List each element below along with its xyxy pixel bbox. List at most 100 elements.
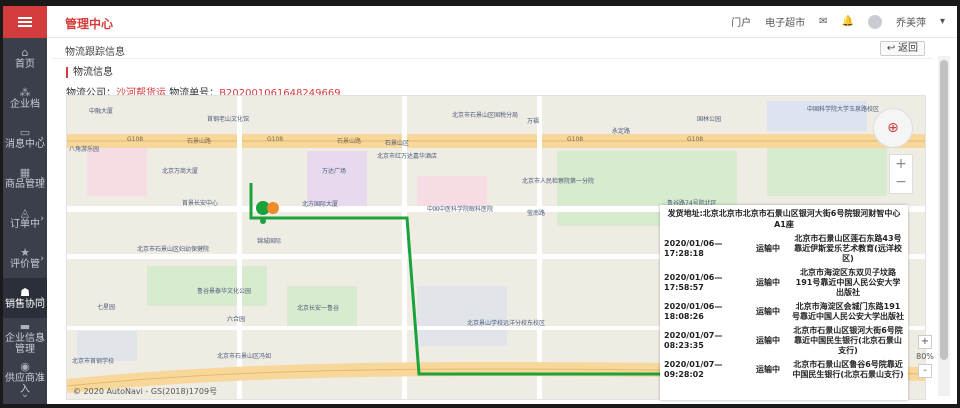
sidebar-item-label: 首页 bbox=[15, 58, 35, 70]
map-road-label: G108 bbox=[127, 136, 144, 143]
tracking-event-status: 运输中 bbox=[756, 365, 780, 374]
map-poi-label: 北京市石景山区冯如 bbox=[217, 353, 272, 360]
avatar[interactable] bbox=[867, 14, 882, 29]
chevron-right-icon: › bbox=[40, 174, 44, 184]
menu-toggle-button[interactable] bbox=[3, 6, 47, 38]
tracking-event-time: 2020/01/07—08:23:35 bbox=[664, 331, 723, 350]
sidebar-item-sales[interactable]: ☗ 销售协同 › bbox=[3, 278, 47, 318]
map-poi-label: 北京万商大厦 bbox=[162, 168, 199, 175]
page-zoom-out-button[interactable]: - bbox=[918, 364, 932, 378]
map-poi-label: 石景山区 bbox=[385, 140, 410, 147]
chevron-right-icon: › bbox=[40, 294, 44, 304]
map-poi-label: 北京市首钢学校 bbox=[72, 358, 115, 365]
nav-emarket-link[interactable]: 电子超市 bbox=[765, 14, 805, 29]
map-poi-label: 中融大厦 bbox=[89, 108, 114, 115]
map-poi-label: 北方国际大厦 bbox=[302, 201, 339, 208]
map-zoom-control[interactable]: + − bbox=[889, 154, 913, 194]
scrollbar-thumb[interactable] bbox=[940, 60, 948, 360]
tracking-event-row: 2020/01/07—08:23:35 运输中 北京市石景山区银河大街6号院靠近中国… bbox=[660, 324, 908, 358]
product-icon: ▦ bbox=[19, 165, 31, 179]
map-poi-label: 国林公园 bbox=[697, 116, 722, 123]
tracking-event-status: 运输中 bbox=[756, 244, 780, 253]
panel-title: 物流信息 bbox=[66, 67, 113, 78]
sidebar-item-home[interactable]: ⌂ 首页 bbox=[3, 38, 47, 78]
tracking-event-desc: 北京市海淀区会城门东路191号靠近中国人民公安大学出版社 bbox=[792, 302, 904, 321]
sidebar-item-order[interactable]: ◬ 订单中 › bbox=[3, 198, 47, 238]
sidebar-item-label: 评价管 bbox=[10, 258, 40, 270]
map-road-label: 石景山路 bbox=[337, 138, 362, 145]
map-road-label: G108 bbox=[267, 136, 284, 143]
top-bar: 管理中心 门户 电子超市 ✉ 🔔 乔美萍 ▾ bbox=[47, 6, 957, 38]
tracking-event-time: 2020/01/07—09:28:02 bbox=[664, 360, 723, 379]
map-attribution: © 2020 AutoNavi - GS(2018)1709号 bbox=[73, 387, 218, 396]
map-poi-label: 六合园 bbox=[227, 316, 246, 323]
sidebar-item-credit[interactable]: ▬ 企业信息管理 › bbox=[3, 318, 47, 358]
tracking-event-time: 2020/01/06—18:08:26 bbox=[664, 302, 723, 321]
user-name[interactable]: 乔美萍 bbox=[896, 14, 926, 29]
map-road-label: 石景山路 bbox=[187, 138, 212, 145]
back-button-label: 返回 bbox=[898, 43, 918, 54]
map-zoom-out-button[interactable]: − bbox=[890, 173, 912, 191]
map-poi-label: 北京长安一鲁谷 bbox=[297, 305, 340, 312]
map-poi-label: 中国科学院大学玉泉路校区 bbox=[807, 106, 880, 113]
back-button[interactable]: ↩ 返回 bbox=[879, 41, 925, 56]
page-zoom-control: + 80% - bbox=[914, 335, 936, 378]
page-zoom-in-button[interactable]: + bbox=[918, 335, 932, 349]
sidebar-item-enterprise[interactable]: ⁂ 企业档 bbox=[3, 78, 47, 118]
sidebar-item-label: 消息中心 bbox=[5, 138, 45, 150]
tracking-event-status: 运输中 bbox=[756, 307, 780, 316]
sidebar-item-product[interactable]: ▦ 商品管理 › bbox=[3, 158, 47, 198]
app-title: 管理中心 bbox=[65, 17, 114, 31]
map-poi-label: 首钢老山文化馆 bbox=[207, 116, 250, 123]
notification-icon[interactable]: 🔔 bbox=[842, 16, 854, 27]
map-poi-label: 八角游乐园 bbox=[69, 146, 100, 153]
sidebar-collapse-icon[interactable]: ⌄ bbox=[3, 389, 47, 400]
map-zoom-in-button[interactable]: + bbox=[890, 155, 912, 173]
sidebar-item-label: 企业档 bbox=[10, 98, 40, 110]
page-scrollbar[interactable] bbox=[938, 56, 950, 396]
map-poi-label: 北京市石景山区国税分局 bbox=[452, 112, 519, 119]
map-poi-label: 七星园 bbox=[97, 304, 116, 311]
map-road-label: G108 bbox=[567, 136, 584, 143]
tracking-event-status: 运输中 bbox=[756, 336, 780, 345]
breadcrumb: 物流跟踪信息 bbox=[65, 47, 125, 58]
sales-icon: ☗ bbox=[20, 285, 30, 299]
page-zoom-percent: 80% bbox=[916, 352, 934, 361]
nav-portal-link[interactable]: 门户 bbox=[731, 14, 751, 29]
tracking-event-row: 2020/01/06—17:58:57 运输中 北京市海淀区东双贝子坟路191号靠近… bbox=[660, 266, 908, 300]
tracking-event-desc: 北京市石景山区鲁谷6号院靠近中国民生银行(北京石景山支行) bbox=[792, 360, 904, 379]
message-icon: ▭ bbox=[19, 125, 31, 139]
sidebar-item-review[interactable]: ★ 评价管 › bbox=[3, 238, 47, 278]
back-arrow-icon: ↩ bbox=[886, 43, 896, 54]
credit-icon: ▬ bbox=[19, 320, 31, 333]
map-poi-label: 万达广场 bbox=[322, 168, 347, 175]
chevron-right-icon: › bbox=[40, 214, 44, 224]
chevron-right-icon: › bbox=[40, 134, 44, 144]
chevron-down-icon[interactable]: ▾ bbox=[940, 16, 945, 27]
tracking-event-row: 2020/01/06—18:08:26 运输中 北京市海淀区会城门东路191号靠近中… bbox=[660, 300, 908, 324]
sidebar-item-label: 商品管理 bbox=[5, 178, 45, 190]
sidebar: ⌂ 首页 ⁂ 企业档 ▭ 消息中心 › ▦ 商品管理 › ◬ 订单中 › ★ 评价管 › ☗ 销售协同 › ▬ 企业信息… bbox=[3, 6, 47, 404]
tracking-event-time: 2020/01/06—17:28:18 bbox=[664, 239, 723, 258]
sidebar-item-label: 订单中 bbox=[10, 218, 40, 230]
compass-icon[interactable]: ⊕ bbox=[873, 108, 913, 148]
tracking-event-status: 运输中 bbox=[756, 278, 780, 287]
supplier-icon: ◉ bbox=[20, 360, 30, 373]
chevron-right-icon: › bbox=[40, 374, 44, 384]
chevron-right-icon: › bbox=[40, 254, 44, 264]
mail-icon[interactable]: ✉ bbox=[819, 16, 827, 27]
chevron-right-icon: › bbox=[40, 334, 44, 344]
tracking-event-desc: 北京市海淀区东双贝子坟路191号靠近中国人民公安大学出版社 bbox=[795, 268, 901, 297]
map-poi-label: 北京市石景山区妇幼保健院 bbox=[137, 246, 210, 253]
enterprise-icon: ⁂ bbox=[19, 85, 31, 99]
hamburger-icon bbox=[18, 17, 32, 27]
tracking-popup: 发货地址:北京北京市北京市石景山区银河大街6号院银河财智中心A1座 2020/0… bbox=[660, 205, 908, 400]
top-nav: 门户 电子超市 ✉ 🔔 乔美萍 ▾ bbox=[731, 14, 945, 29]
sidebar-item-label: 销售协同 bbox=[5, 298, 45, 310]
home-icon: ⌂ bbox=[21, 45, 29, 59]
map-poi-label: 万福 bbox=[527, 118, 540, 125]
review-icon: ★ bbox=[20, 245, 30, 259]
tracking-event-time: 2020/01/06—17:58:57 bbox=[664, 273, 723, 292]
tracking-event-desc: 北京市石景山区莲石东路43号靠近伊斯爱乐艺术教育(远洋校区) bbox=[794, 234, 902, 263]
sidebar-item-message[interactable]: ▭ 消息中心 › bbox=[3, 118, 47, 158]
